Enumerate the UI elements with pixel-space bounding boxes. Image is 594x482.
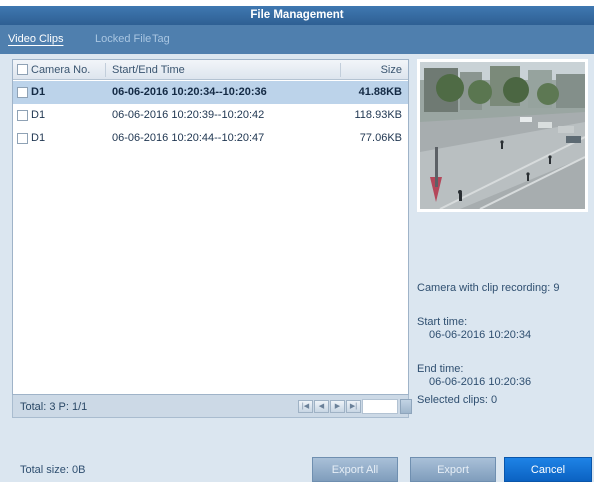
go-page-button[interactable]	[400, 399, 412, 414]
column-divider	[105, 63, 106, 77]
row-size: 118.93KB	[354, 109, 402, 121]
row-size: 77.06KB	[359, 132, 402, 144]
table-row[interactable]: D1 06-06-2016 10:20:39--10:20:42 118.93K…	[13, 104, 408, 127]
list-header: Camera No. Start/End Time Size	[13, 60, 408, 80]
cancel-button[interactable]: Cancel	[504, 457, 592, 482]
camera-clip-recording: Camera with clip recording: 9	[417, 282, 560, 294]
tab-tag[interactable]: Tag	[152, 33, 170, 45]
list-footer: Total: 3 P: 1/1 |◀ ◀ ▶ ▶|	[12, 395, 412, 418]
page-number-input[interactable]	[362, 399, 398, 414]
row-camera: D1	[31, 109, 46, 121]
table-row[interactable]: D1 06-06-2016 10:20:44--10:20:47 77.06KB	[13, 127, 408, 150]
row-camera: D1	[31, 132, 46, 144]
column-start-end-time[interactable]: Start/End Time	[112, 64, 185, 76]
column-divider	[340, 63, 341, 77]
row-time: 06-06-2016 10:20:44--10:20:47	[112, 132, 265, 144]
tab-video-clips[interactable]: Video Clips	[8, 33, 63, 45]
tab-bar: Video Clips Locked File Tag	[0, 25, 594, 54]
column-camera-no[interactable]: Camera No.	[31, 64, 90, 76]
row-time: 06-06-2016 10:20:34--10:20:36	[112, 86, 267, 98]
select-all-checkbox[interactable]	[17, 64, 28, 75]
start-time-label: Start time:	[417, 316, 468, 328]
export-button[interactable]: Export	[410, 457, 496, 482]
totals-label: Total: 3 P: 1/1	[20, 401, 88, 413]
table-row[interactable]: D1 06-06-2016 10:20:34--10:20:36 41.88KB	[13, 81, 408, 104]
column-size[interactable]: Size	[381, 64, 402, 76]
row-time: 06-06-2016 10:20:39--10:20:42	[112, 109, 265, 121]
last-page-button[interactable]: ▶|	[346, 400, 361, 413]
preview-street-image	[420, 62, 585, 209]
start-time-value: 06-06-2016 10:20:34	[429, 329, 532, 341]
video-preview	[417, 59, 588, 212]
end-time-label: End time:	[417, 363, 464, 375]
window-title: File Management	[0, 6, 594, 25]
pager: |◀ ◀ ▶ ▶|	[298, 400, 361, 413]
tab-locked-file[interactable]: Locked File	[95, 33, 151, 45]
row-size: 41.88KB	[358, 86, 402, 98]
clip-list: Camera No. Start/End Time Size D1 06-06-…	[12, 59, 409, 395]
end-time-value: 06-06-2016 10:20:36	[429, 376, 532, 388]
next-page-button[interactable]: ▶	[330, 400, 345, 413]
export-all-button[interactable]: Export All	[312, 457, 398, 482]
row-camera: D1	[31, 86, 46, 98]
selected-clips: Selected clips: 0	[417, 394, 498, 406]
row-checkbox[interactable]	[17, 110, 28, 121]
prev-page-button[interactable]: ◀	[314, 400, 329, 413]
total-size: Total size: 0B	[20, 464, 86, 476]
first-page-button[interactable]: |◀	[298, 400, 313, 413]
row-checkbox[interactable]	[17, 133, 28, 144]
file-management-dialog: File Management Video Clips Locked File …	[0, 6, 594, 482]
row-checkbox[interactable]	[17, 87, 28, 98]
